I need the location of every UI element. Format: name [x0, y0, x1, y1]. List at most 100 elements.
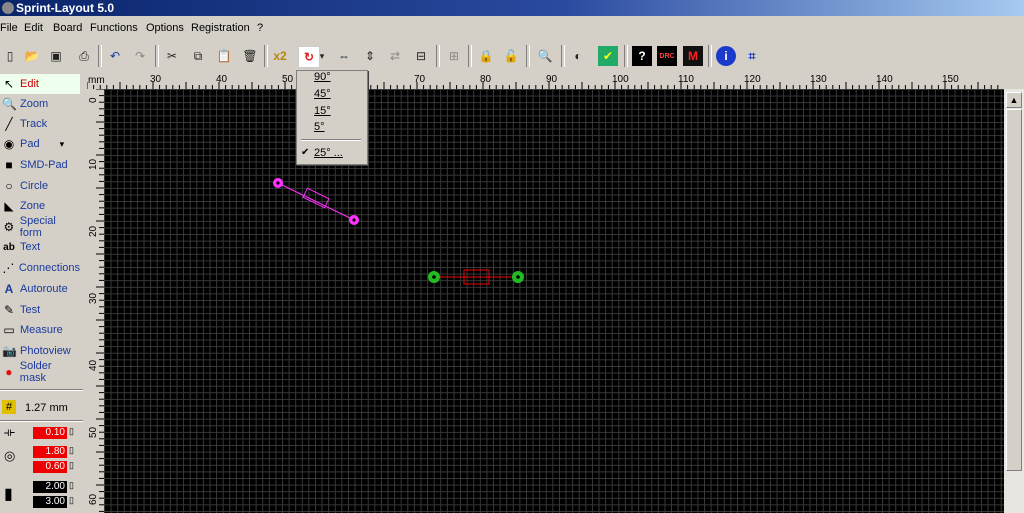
- track-width-stepper-icon[interactable]: ▯: [69, 426, 74, 437]
- tool-solder-mask[interactable]: ● Solder mask: [0, 360, 80, 384]
- pad-outer-stepper-icon[interactable]: ▯: [69, 445, 74, 456]
- rotate-45-item[interactable]: 45°: [314, 88, 331, 100]
- rotate-15-item[interactable]: 15°: [314, 105, 331, 117]
- undo-icon[interactable]: ↶: [105, 46, 125, 66]
- connections-icon: ⋰: [2, 261, 15, 275]
- rotate-custom-item[interactable]: 25° ...: [314, 147, 343, 159]
- red-resistor[interactable]: [428, 269, 524, 285]
- tool-label: Special form: [19, 215, 56, 239]
- ruler-x-label: 50: [282, 74, 294, 85]
- info-list-icon[interactable]: ?: [632, 46, 652, 66]
- rotate-90-item[interactable]: 90°: [314, 71, 331, 83]
- smd-width-field[interactable]: 2.00: [33, 481, 67, 493]
- mirror-vertical-icon[interactable]: ⇕: [360, 46, 380, 66]
- smd-height-stepper-icon[interactable]: ▯: [69, 495, 74, 506]
- save-icon[interactable]: ▣: [46, 46, 66, 66]
- toolbar: ▯ 📂 ▣ ⎙ ↶ ↷ ✂ ⧉ 📋 🗑 x2 ↻ ▾ ⇔ ⇕ ⇄ ⊟ ⊞ 🔒 🔓…: [0, 42, 1024, 70]
- scroll-up-icon[interactable]: ▲: [1006, 92, 1022, 108]
- macro-icon[interactable]: M: [683, 46, 703, 66]
- menu-file[interactable]: File: [0, 22, 18, 34]
- pad-outer-field[interactable]: 1.80: [33, 446, 67, 458]
- unlock-icon[interactable]: 🔓: [501, 46, 521, 66]
- ruler-x-label: 40: [216, 74, 228, 85]
- new-file-icon[interactable]: ▯: [0, 46, 20, 66]
- tool-smd-pad[interactable]: ■ SMD-Pad: [0, 155, 80, 175]
- track-width-icon: ⟛: [4, 425, 15, 439]
- board-canvas[interactable]: [104, 89, 1004, 513]
- rotate-dropdown-arrow[interactable]: ▾: [317, 46, 327, 66]
- title-bar: Sprint-Layout 5.0: [0, 0, 1024, 16]
- vertical-scrollbar[interactable]: ▲: [1004, 89, 1024, 513]
- redo-icon[interactable]: ↷: [130, 46, 150, 66]
- grid-size-value[interactable]: 1.27 mm: [25, 402, 68, 414]
- lock-icon[interactable]: 🔒: [476, 46, 496, 66]
- menu-registration[interactable]: Registration: [191, 22, 250, 34]
- tool-track[interactable]: ╱ Track: [0, 114, 80, 134]
- align-icon[interactable]: ⊟: [411, 46, 431, 66]
- menu-functions[interactable]: Functions: [90, 22, 138, 34]
- scroll-thumb[interactable]: [1006, 109, 1022, 471]
- tool-label: Measure: [20, 324, 63, 336]
- track-icon: ╱: [5, 117, 13, 131]
- rotate-5-item[interactable]: 5°: [314, 121, 325, 133]
- tool-special-form[interactable]: ⚙ Special form: [0, 215, 80, 239]
- rotation-dropdown-menu: 90° 45° 15° 5° ✔ 25° ...: [296, 70, 368, 165]
- toolbar-separator: [561, 45, 565, 67]
- smd-width-stepper-icon[interactable]: ▯: [69, 480, 74, 491]
- pad-inner-stepper-icon[interactable]: ▯: [69, 460, 74, 471]
- menu-edit[interactable]: Edit: [24, 22, 43, 34]
- magenta-resistor[interactable]: [273, 178, 359, 225]
- ruler-x-label: 70: [414, 74, 426, 85]
- menu-board[interactable]: Board: [53, 22, 82, 34]
- group-icon[interactable]: ⊞: [444, 46, 464, 66]
- magenta-pad-1-hole: [276, 181, 280, 185]
- measure-icon: ▭: [3, 323, 15, 337]
- tool-connections[interactable]: ⋰ Connections: [0, 258, 80, 278]
- tool-photoview[interactable]: 📷 Photoview: [0, 341, 80, 361]
- smd-height-field[interactable]: 3.00: [33, 496, 67, 508]
- tool-test[interactable]: ✎ Test: [0, 300, 80, 320]
- tool-label: Zoom: [20, 98, 49, 110]
- tool-zoom[interactable]: 🔍 Zoom: [0, 94, 80, 114]
- tool-label: Solder mask: [19, 360, 52, 384]
- menu-options[interactable]: Options: [146, 22, 184, 34]
- info-icon[interactable]: i: [716, 46, 736, 66]
- zoom-factor-button[interactable]: x2: [270, 46, 290, 66]
- print-icon[interactable]: ⎙: [74, 46, 94, 66]
- delete-icon[interactable]: 🗑: [240, 46, 260, 66]
- flip-icon[interactable]: ⇄: [385, 46, 405, 66]
- camera-icon: 📷: [2, 344, 17, 358]
- tool-zone[interactable]: ◣ Zone: [0, 196, 80, 216]
- ruler-y-label: 30: [88, 292, 99, 304]
- tool-pad[interactable]: ◉ Pad ▾: [0, 134, 80, 154]
- layer-icon[interactable]: ◐: [568, 46, 588, 66]
- track-width-field[interactable]: 0.10: [33, 427, 67, 439]
- search-icon[interactable]: 🔍: [535, 46, 555, 66]
- panel-divider: [0, 420, 83, 422]
- tool-circle[interactable]: ○ Circle: [0, 176, 80, 196]
- text-icon: ab: [3, 241, 15, 253]
- tool-text[interactable]: ab Text: [0, 237, 80, 257]
- ruler-x-label: 150: [942, 74, 959, 85]
- open-folder-icon[interactable]: 📂: [22, 46, 42, 66]
- tool-measure[interactable]: ▭ Measure: [0, 320, 80, 340]
- copy-icon[interactable]: ⧉: [188, 46, 208, 66]
- crop-icon[interactable]: ⌗: [742, 46, 762, 66]
- magnifier-icon: 🔍: [2, 97, 17, 111]
- pad-inner-field[interactable]: 0.60: [33, 461, 67, 473]
- pad-dropdown-arrow-icon[interactable]: ▾: [60, 139, 65, 150]
- tool-edit[interactable]: ↖ Edit: [0, 74, 80, 94]
- tool-autoroute[interactable]: A Autoroute: [0, 279, 80, 299]
- cut-icon[interactable]: ✂: [162, 46, 182, 66]
- tool-label: Photoview: [20, 345, 71, 357]
- menu-help[interactable]: ?: [257, 22, 263, 34]
- toolbar-separator: [468, 45, 472, 67]
- mirror-horizontal-icon[interactable]: ⇔: [334, 46, 354, 66]
- app-icon: [2, 2, 14, 14]
- paste-icon[interactable]: 📋: [214, 46, 234, 66]
- check-icon[interactable]: ✔: [598, 46, 618, 66]
- grid-icon[interactable]: #: [2, 400, 16, 414]
- drc-icon[interactable]: DRC: [657, 46, 677, 66]
- cursor-arrow-icon: ↖: [3, 77, 15, 91]
- toolbar-separator: [624, 45, 628, 67]
